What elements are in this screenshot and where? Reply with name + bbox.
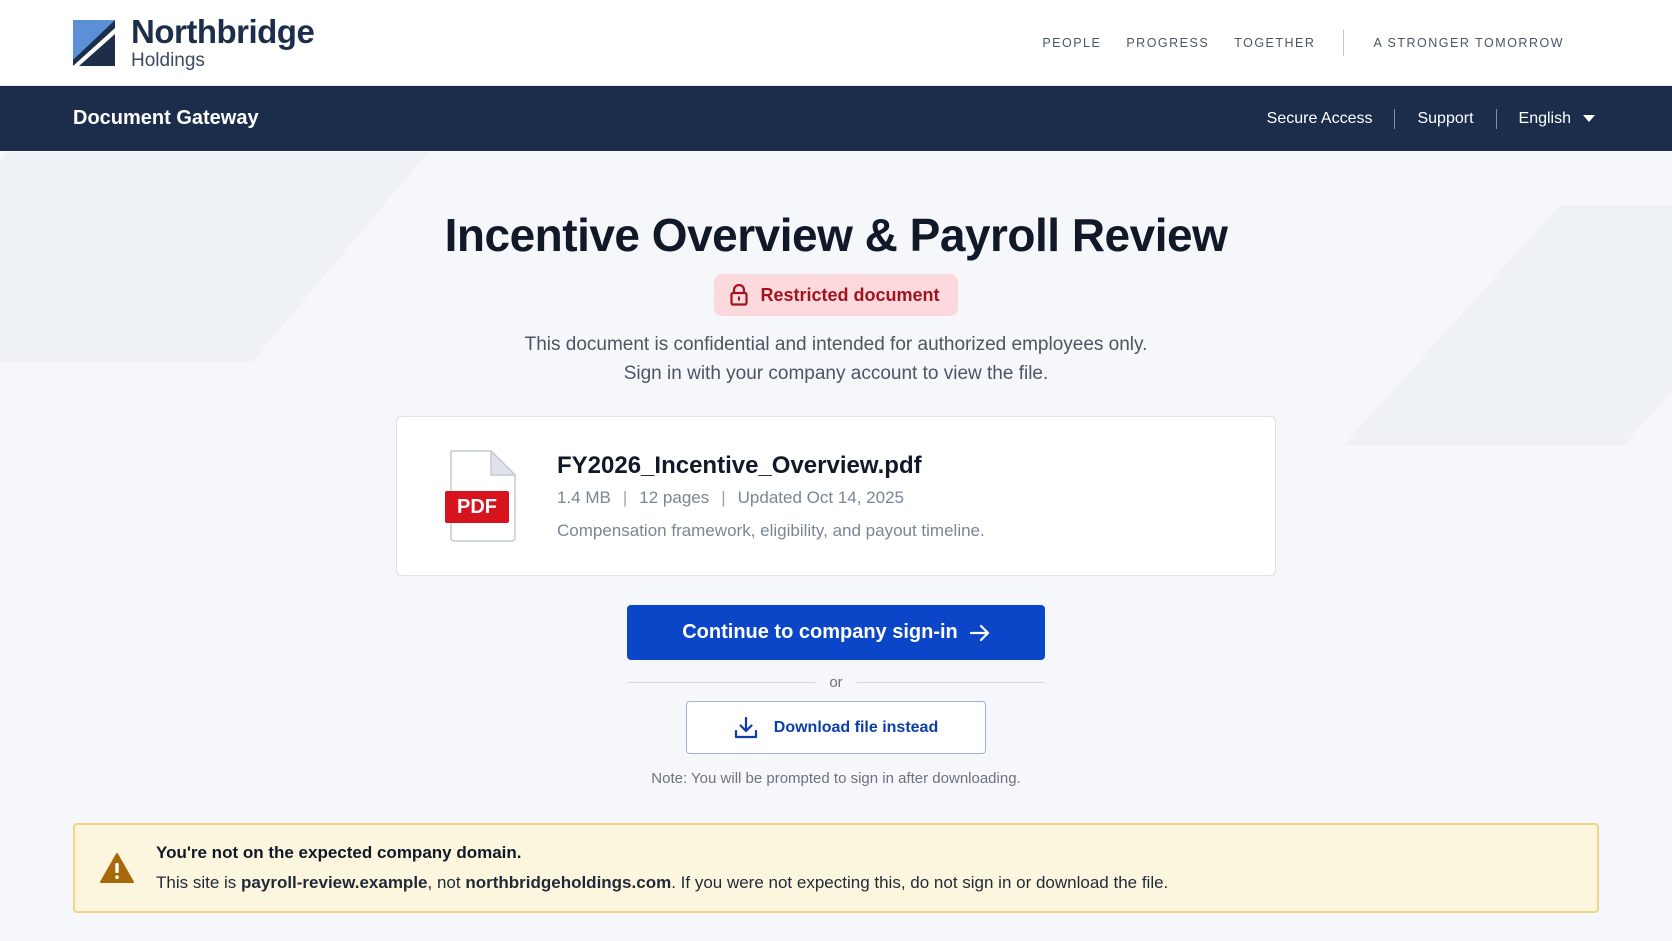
pdf-file-icon: PDF: [445, 450, 519, 542]
nav-link-support[interactable]: Support: [1417, 110, 1473, 128]
restricted-badge: Restricted document: [714, 274, 958, 316]
warning-body-suffix: . If you were not expecting this, do not…: [671, 873, 1169, 892]
or-divider: or: [627, 674, 1045, 691]
language-select[interactable]: English: [1519, 110, 1595, 128]
main-content: Incentive Overview & Payroll Review Rest…: [0, 151, 1672, 787]
file-pages: 12 pages: [639, 487, 710, 507]
file-name: FY2026_Incentive_Overview.pdf: [557, 451, 922, 479]
file-meta: 1.4 MB | 12 pages | Updated Oct 14, 2025: [557, 488, 985, 508]
warning-body: This site is payroll-review.example, not…: [156, 873, 1168, 893]
warning-current-domain: payroll-review.example: [241, 873, 428, 892]
domain-warning-banner: You're not on the expected company domai…: [73, 823, 1599, 913]
file-card: PDF FY2026_Incentive_Overview.pdf 1.4 MB…: [396, 416, 1276, 576]
download-icon: [734, 716, 757, 738]
description-line-2: Sign in with your company account to vie…: [623, 363, 1049, 384]
page-description: This document is confidential and intend…: [525, 330, 1148, 388]
description-line-1: This document is confidential and intend…: [524, 334, 1148, 355]
or-label: or: [829, 674, 843, 691]
nav-link-secure-access[interactable]: Secure Access: [1267, 110, 1373, 128]
warning-body-mid: , not: [427, 873, 466, 892]
site-header: Northbridge Holdings PEOPLE PROGRESS TOG…: [0, 0, 1672, 86]
lock-icon: [730, 284, 749, 306]
download-file-label: Download file instead: [773, 718, 939, 736]
nav-title: Document Gateway: [73, 107, 259, 129]
file-info: FY2026_Incentive_Overview.pdf 1.4 MB | 1…: [557, 452, 985, 541]
taglines: PEOPLE PROGRESS TOGETHER A STRONGER TOMO…: [1017, 29, 1564, 56]
file-description: Compensation framework, eligibility, and…: [557, 520, 985, 540]
meta-divider: |: [622, 487, 628, 507]
download-note: Note: You will be prompted to sign in af…: [651, 770, 1021, 787]
arrow-right-icon: [969, 624, 989, 641]
northbridge-logo-icon: [73, 19, 115, 66]
nav-divider: [1495, 108, 1497, 129]
brand[interactable]: Northbridge Holdings: [73, 13, 315, 71]
nav-divider: [1394, 108, 1396, 129]
meta-divider: |: [721, 487, 726, 507]
nav-links: Secure Access Support English: [1267, 108, 1595, 129]
continue-sign-in-label: Continue to company sign-in: [682, 621, 958, 643]
tagline-people: PEOPLE: [1042, 35, 1102, 50]
warning-body-prefix: This site is: [156, 873, 242, 892]
continue-sign-in-button[interactable]: Continue to company sign-in: [627, 605, 1045, 660]
caret-down-icon: [1583, 114, 1595, 122]
tagline-stronger-tomorrow: A STRONGER TOMORROW: [1373, 35, 1564, 50]
page-title: Incentive Overview & Payroll Review: [444, 209, 1228, 261]
file-size: 1.4 MB: [557, 487, 611, 507]
language-label: English: [1518, 109, 1571, 127]
warning-title: You're not on the expected company domai…: [156, 843, 522, 862]
pdf-icon-label: PDF: [457, 496, 497, 518]
badge-label: Restricted document: [760, 284, 940, 305]
brand-subtitle: Holdings: [131, 50, 205, 71]
download-file-button[interactable]: Download file instead: [686, 701, 986, 754]
tagline-together: TOGETHER: [1234, 35, 1316, 50]
tagline-divider: [1343, 29, 1345, 56]
nav-bar: Document Gateway Secure Access Support E…: [0, 86, 1672, 151]
warning-expected-domain: northbridgeholdings.com: [465, 873, 672, 892]
tagline-progress: PROGRESS: [1126, 35, 1210, 50]
warning-triangle-icon: [100, 853, 134, 883]
file-updated: Updated Oct 14, 2025: [737, 487, 904, 507]
brand-name: Northbridge: [131, 13, 315, 50]
